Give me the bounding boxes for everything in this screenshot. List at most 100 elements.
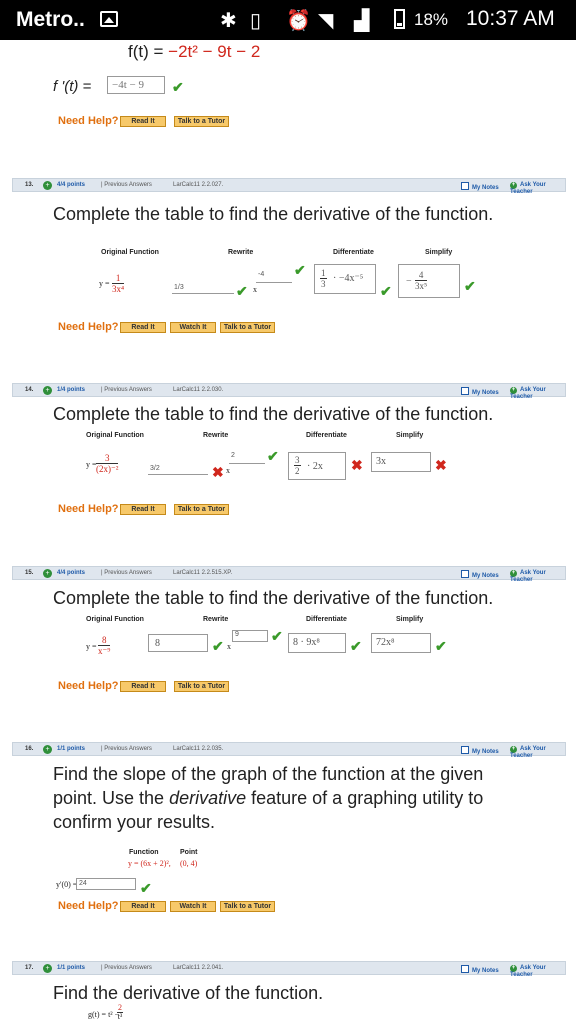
reference-label: LarCalc11 2.2.041.	[173, 965, 224, 971]
ask-teacher-link[interactable]: Ask Your Teacher	[510, 182, 565, 195]
function-prefix: f(t) =	[128, 42, 169, 61]
read-it-button[interactable]: Read It	[120, 322, 166, 333]
ask-teacher-link[interactable]: Ask Your Teacher	[510, 746, 565, 759]
simplify-answer-field[interactable]: 3x	[371, 452, 431, 472]
clock: 10:37 AM	[466, 7, 555, 30]
col-differentiate: Differentiate	[306, 616, 347, 623]
rewrite-coefficient-field[interactable]: 8	[148, 634, 208, 652]
need-help-label: Need Help?	[58, 115, 119, 127]
my-notes-link[interactable]: My Notes	[461, 746, 499, 755]
function-partial: g(t) = t² −	[88, 1010, 120, 1019]
points-label: 1/1 points	[57, 746, 86, 752]
my-notes-link[interactable]: My Notes	[461, 387, 499, 396]
reference-label: LarCalc11 2.2.515.XP.	[173, 570, 233, 576]
rewrite-coefficient-field[interactable]: 3/2	[148, 465, 208, 475]
fraction-numerator: 1	[320, 268, 327, 279]
differentiate-answer-field[interactable]: 32 · 2x	[288, 452, 346, 480]
my-notes-link[interactable]: My Notes	[461, 182, 499, 191]
differentiate-answer-field[interactable]: 8 · 9x⁸	[288, 633, 346, 653]
col-rewrite: Rewrite	[203, 432, 229, 439]
check-icon: ✔	[350, 638, 362, 654]
simplify-answer-field[interactable]: − 4 3x⁵	[398, 264, 460, 298]
expand-icon[interactable]: +	[43, 745, 52, 754]
col-simplify: Simplify	[425, 249, 453, 256]
col-differentiate: Differentiate	[333, 249, 374, 256]
fraction-denominator: 3x⁵	[415, 281, 428, 291]
check-icon: ✔	[212, 638, 224, 654]
slope-answer-field[interactable]: 24	[76, 878, 136, 890]
differentiate-rest: · −4x⁻⁵	[333, 273, 364, 284]
expand-icon[interactable]: +	[43, 386, 52, 395]
question-number: 16.	[25, 746, 34, 752]
read-it-button[interactable]: Read It	[120, 901, 166, 912]
fraction-numerator: 8	[98, 635, 111, 646]
original-function-fraction: 3 (2x)⁻²	[96, 453, 119, 474]
original-function-fraction: 8 x⁻⁹	[98, 635, 111, 656]
prompt-line-1: Find the slope of the graph of the funct…	[53, 764, 484, 784]
watch-it-button[interactable]: Watch It	[170, 901, 216, 912]
col-original-function: Original Function	[86, 432, 144, 439]
check-icon: ✔	[464, 278, 476, 294]
question-header-17: 17. + 1/1 points | Previous Answers LarC…	[12, 961, 566, 978]
fraction-denominator: t³	[117, 1012, 123, 1021]
check-icon: ✔	[172, 79, 184, 95]
previous-answers-link[interactable]: | Previous Answers	[101, 570, 152, 576]
check-icon: ✔	[294, 262, 306, 278]
ask-teacher-link[interactable]: Ask Your Teacher	[510, 387, 565, 400]
col-original-function: Original Function	[101, 249, 159, 256]
function-statement: f(t) = −2t² − 9t − 2	[128, 42, 260, 62]
derivative-label: f '(t) =	[53, 78, 92, 95]
bluetooth-icon: ✱	[220, 10, 237, 32]
expand-icon[interactable]: +	[43, 181, 52, 190]
point-value: (0, 4)	[180, 859, 198, 868]
differentiate-fraction: 32	[294, 455, 301, 476]
prompt-line-2: point. Use the derivative feature of a g…	[53, 786, 483, 810]
previous-answers-link[interactable]: | Previous Answers	[101, 182, 152, 188]
alarm-icon: ⏰	[286, 10, 311, 32]
rewrite-exponent-field[interactable]: 2	[229, 452, 265, 464]
talk-to-tutor-button[interactable]: Talk to a Tutor	[174, 504, 229, 515]
read-it-button[interactable]: Read It	[120, 116, 166, 127]
derivative-answer-field[interactable]: −4t − 9	[107, 76, 165, 94]
read-it-button[interactable]: Read It	[120, 504, 166, 515]
question-header-13: 13. + 4/4 points | Previous Answers LarC…	[12, 178, 566, 195]
rewrite-variable: x	[253, 285, 257, 294]
cross-icon: ✖	[212, 464, 224, 480]
question-number: 13.	[25, 182, 34, 188]
read-it-button[interactable]: Read It	[120, 681, 166, 692]
expand-icon[interactable]: +	[43, 569, 52, 578]
rewrite-variable: x	[227, 642, 231, 651]
talk-to-tutor-button[interactable]: Talk to a Tutor	[174, 681, 229, 692]
simplify-fraction: 4 3x⁵	[415, 270, 428, 291]
wifi-icon: ◥	[318, 10, 334, 32]
expand-icon[interactable]: +	[43, 964, 52, 973]
col-function: Function	[129, 849, 159, 856]
previous-answers-link[interactable]: | Previous Answers	[101, 746, 152, 752]
need-help-label: Need Help?	[58, 680, 119, 692]
my-notes-link[interactable]: My Notes	[461, 965, 499, 974]
talk-to-tutor-button[interactable]: Talk to a Tutor	[220, 901, 275, 912]
rewrite-exponent-field[interactable]: -4	[256, 271, 292, 283]
talk-to-tutor-button[interactable]: Talk to a Tutor	[220, 322, 275, 333]
previous-answers-link[interactable]: | Previous Answers	[101, 387, 152, 393]
differentiate-answer-field[interactable]: 13 · −4x⁻⁵	[314, 264, 376, 294]
ask-teacher-link[interactable]: Ask Your Teacher	[510, 965, 565, 978]
watch-it-button[interactable]: Watch It	[170, 322, 216, 333]
ask-teacher-link[interactable]: Ask Your Teacher	[510, 570, 565, 583]
rewrite-exponent-field[interactable]: 9	[232, 630, 268, 642]
cross-icon: ✖	[435, 457, 447, 473]
my-notes-link[interactable]: My Notes	[461, 570, 499, 579]
prompt-line-3: confirm your results.	[53, 812, 216, 832]
rewrite-variable: x	[226, 466, 230, 475]
col-rewrite: Rewrite	[228, 249, 254, 256]
talk-to-tutor-button[interactable]: Talk to a Tutor	[174, 116, 229, 127]
check-icon: ✔	[140, 880, 152, 896]
col-simplify: Simplify	[396, 432, 424, 439]
simplify-answer-field[interactable]: 72x⁸	[371, 633, 431, 653]
fraction-denominator: 2	[295, 466, 300, 476]
need-help-label: Need Help?	[58, 900, 119, 912]
rewrite-coefficient-field[interactable]: 1/3	[172, 284, 234, 294]
answer-label: y'(0) =	[56, 880, 78, 889]
previous-answers-link[interactable]: | Previous Answers	[101, 965, 152, 971]
battery-icon	[394, 9, 405, 29]
